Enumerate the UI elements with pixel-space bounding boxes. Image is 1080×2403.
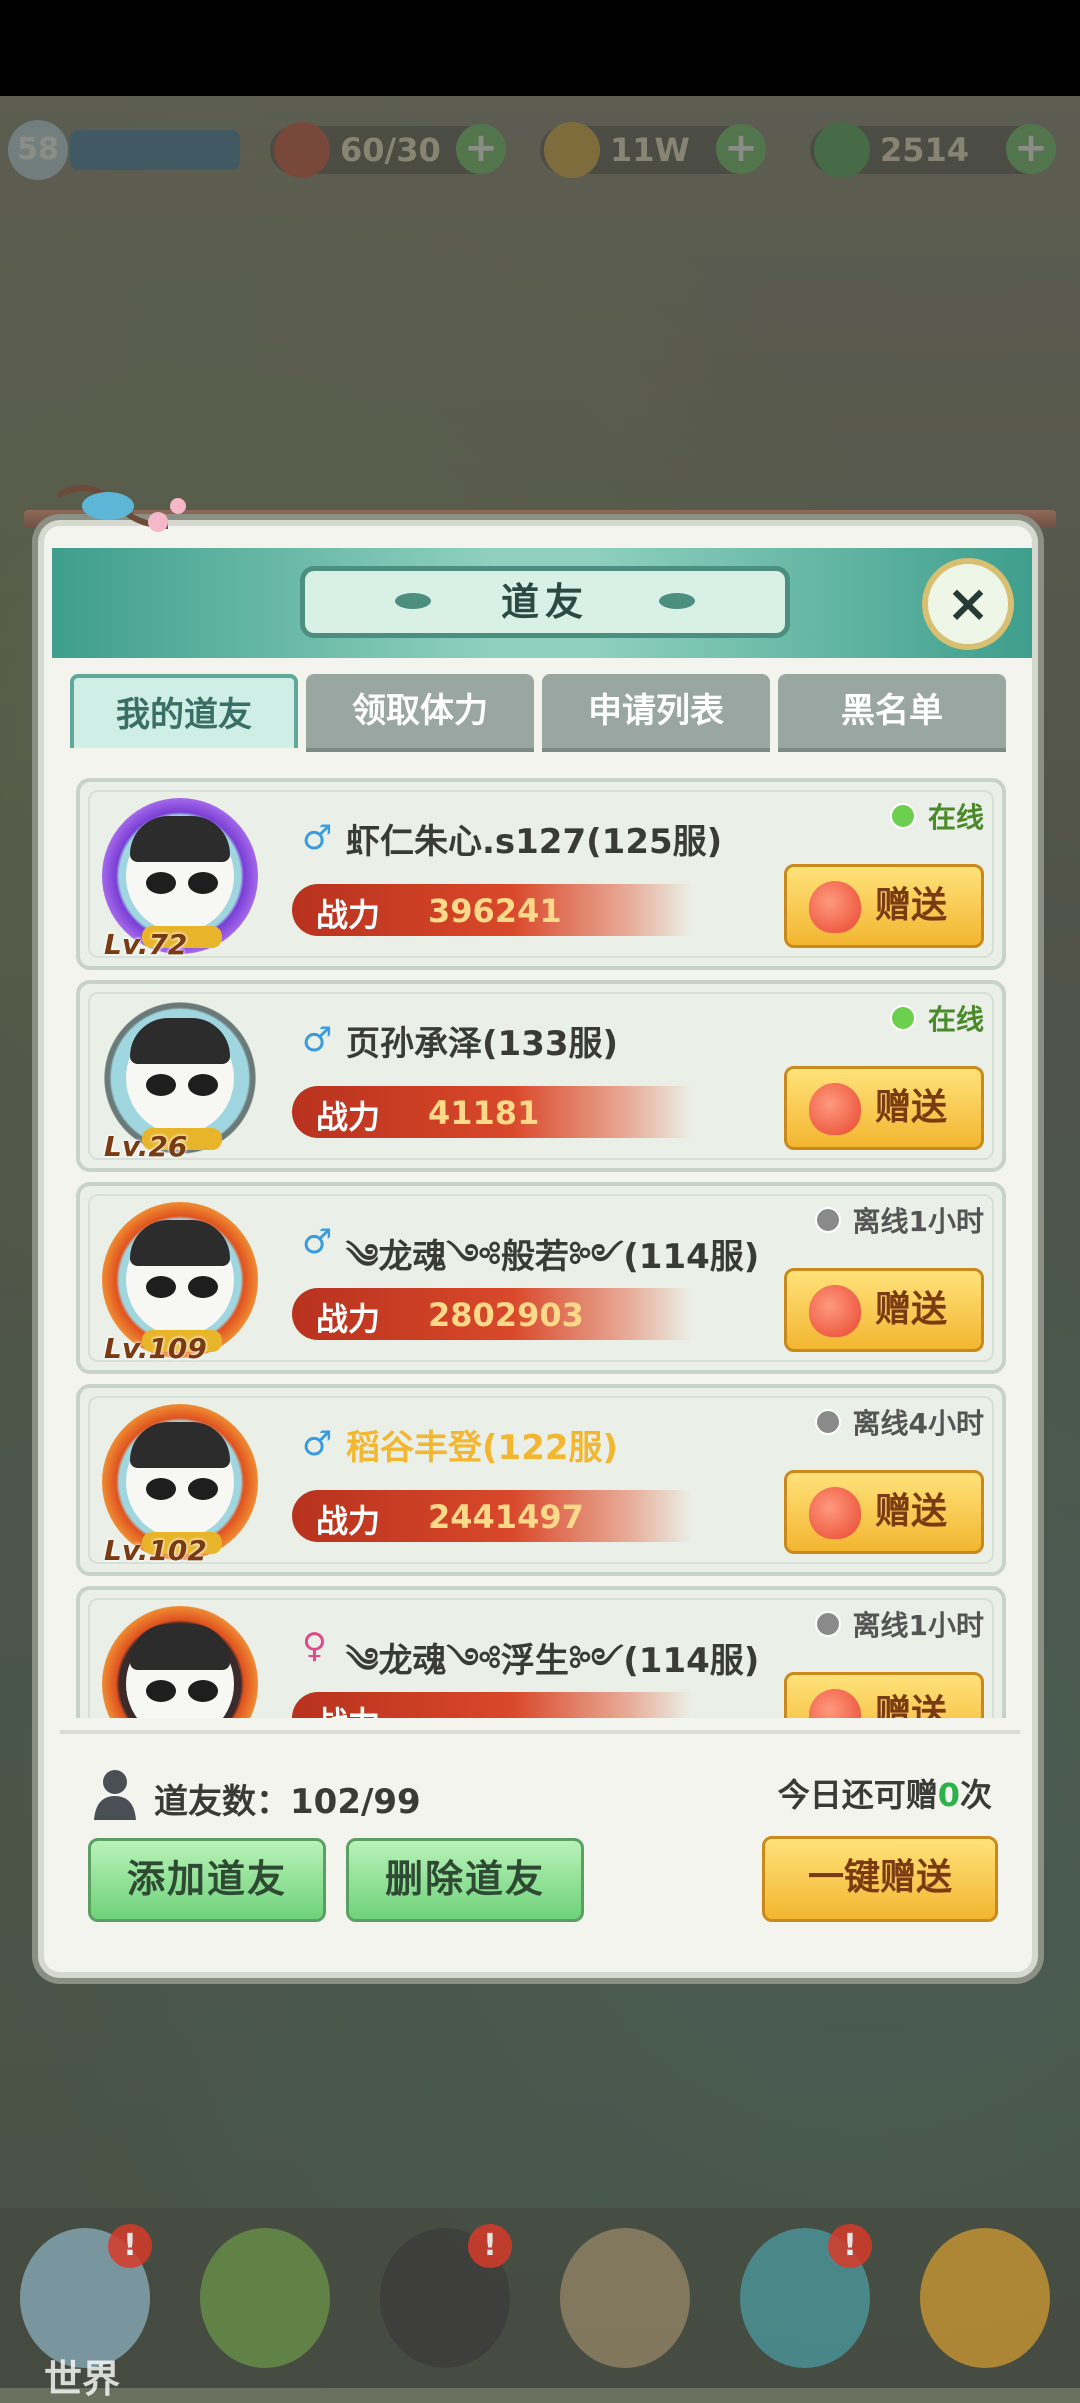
male-icon: ♂ xyxy=(302,1222,333,1262)
gift-button[interactable]: 赠送 xyxy=(784,1672,984,1718)
gift-all-button[interactable]: 一键赠送 xyxy=(762,1836,998,1922)
frog-icon xyxy=(200,2228,330,2368)
power-value: 2802903 xyxy=(428,1296,584,1334)
friend-name: 虾仁朱心.s127(125服) xyxy=(346,822,723,862)
power-bar: 战力 xyxy=(292,1692,692,1718)
tab-request-list[interactable]: 申请列表 xyxy=(542,674,770,752)
peach-icon xyxy=(809,1487,861,1539)
power-label: 战力 xyxy=(316,1098,381,1136)
gift-label: 赠送 xyxy=(875,1087,948,1128)
tab-blacklist[interactable]: 黑名单 xyxy=(778,674,1006,752)
delete-friend-button[interactable]: 删除道友 xyxy=(346,1838,584,1922)
power-value: 41181 xyxy=(428,1094,540,1132)
power-label: 战力 xyxy=(316,896,381,934)
crossed-swords-icon xyxy=(560,2228,690,2368)
tab-claim-stamina[interactable]: 领取体力 xyxy=(306,674,534,752)
online-status: 在线 xyxy=(889,796,984,836)
status-text: 离线1小时 xyxy=(852,1609,984,1642)
status-dot xyxy=(814,1611,841,1637)
nav-gourd[interactable]: ! xyxy=(720,2218,890,2388)
gift-button[interactable]: 赠送 xyxy=(784,1268,984,1352)
alert-badge: ! xyxy=(108,2224,152,2268)
friend-level: Lv.26 xyxy=(104,1130,188,1163)
remaining-count: 0 xyxy=(937,1776,960,1814)
gift-label: 赠送 xyxy=(875,1491,948,1532)
friend-tabs: 我的道友 领取体力 申请列表 黑名单 xyxy=(70,674,1010,752)
friend-name: 页孙承泽(133服) xyxy=(346,1024,619,1064)
status-dot xyxy=(889,803,916,829)
online-status: 在线 xyxy=(889,998,984,1038)
peach-icon xyxy=(809,1285,861,1337)
peach-icon xyxy=(809,1083,861,1135)
online-status: 离线1小时 xyxy=(814,1200,984,1240)
friend-card: Lv.109 ♂ ༄龙魂༺般若༻(114服) 战力 2802903 离线1小时 … xyxy=(76,1182,1006,1374)
nav-battle[interactable] xyxy=(540,2218,710,2388)
close-icon: × xyxy=(946,574,990,634)
status-dot xyxy=(814,1207,841,1233)
alert-badge: ! xyxy=(468,2224,512,2268)
status-dot xyxy=(889,1005,916,1031)
footer-divider xyxy=(60,1730,1020,1734)
gift-label: 赠送 xyxy=(875,1289,948,1330)
gift-button[interactable]: 赠送 xyxy=(784,1066,984,1150)
close-button[interactable]: × xyxy=(922,558,1014,650)
alert-badge: ! xyxy=(828,2224,872,2268)
female-icon: ♀ xyxy=(302,1626,327,1666)
online-status: 离线1小时 xyxy=(814,1604,984,1644)
friend-card: Lv.26 ♂ 页孙承泽(133服) 战力 41181 在线 赠送 xyxy=(76,980,1006,1172)
peach-icon xyxy=(809,1689,861,1718)
friend-list[interactable]: Lv.72 ♂ 虾仁朱心.s127(125服) 战力 396241 在线 赠送 … xyxy=(76,776,1006,1718)
friend-level: Lv.102 xyxy=(104,1534,207,1567)
power-label: 战力 xyxy=(316,1698,380,1718)
dialog-title: 道友 xyxy=(500,580,589,624)
nav-guild[interactable] xyxy=(900,2218,1070,2388)
status-text: 离线1小时 xyxy=(852,1205,984,1238)
bottom-nav: ! 世界 ! ! xyxy=(0,2208,1080,2401)
nav-hero[interactable]: ! xyxy=(360,2218,530,2388)
bird-decoration-icon xyxy=(56,485,186,532)
add-friend-button[interactable]: 添加道友 xyxy=(88,1838,326,1922)
power-value: 2441497 xyxy=(428,1498,584,1536)
online-status: 离线4小时 xyxy=(814,1402,984,1442)
friend-count-label: 道友数：102/99 xyxy=(154,1782,421,1822)
friend-card: Lv.102 ♂ 稻谷丰登(122服) 战力 2441497 离线4小时 赠送 xyxy=(76,1384,1006,1576)
remaining-prefix: 今日还可赠 xyxy=(777,1776,938,1814)
friend-name: 稻谷丰登(122服) xyxy=(346,1428,619,1468)
gift-button[interactable]: 赠送 xyxy=(784,1470,984,1554)
power-bar: 战力 41181 xyxy=(292,1086,692,1138)
title-ornament-right xyxy=(659,593,695,609)
friend-level: Lv.72 xyxy=(104,928,188,961)
male-icon: ♂ xyxy=(302,1424,333,1464)
male-icon: ♂ xyxy=(302,1020,333,1060)
power-bar: 战力 2441497 xyxy=(292,1490,692,1542)
power-value: 396241 xyxy=(428,892,562,930)
status-dot xyxy=(814,1409,841,1435)
status-text: 离线4小时 xyxy=(852,1407,984,1440)
power-label: 战力 xyxy=(316,1300,381,1338)
friend-level: Lv.109 xyxy=(104,1332,207,1365)
power-label: 战力 xyxy=(316,1502,381,1540)
power-bar: 战力 2802903 xyxy=(292,1288,692,1340)
status-text: 在线 xyxy=(927,1003,984,1036)
dialog-title-plate: 道友 xyxy=(300,566,790,638)
title-ornament-left xyxy=(395,593,431,609)
gift-label: 赠送 xyxy=(875,885,948,926)
power-bar: 战力 396241 xyxy=(292,884,692,936)
person-icon xyxy=(94,1770,136,1820)
friend-card: Lv.72 ♂ 虾仁朱心.s127(125服) 战力 396241 在线 赠送 xyxy=(76,778,1006,970)
friend-card: ♀ ༄龙魂༺浮生༻(114服) 战力 离线1小时 赠送 xyxy=(76,1586,1006,1718)
status-text: 在线 xyxy=(927,801,984,834)
nav-world[interactable]: ! 世界 xyxy=(0,2218,170,2401)
gift-button[interactable]: 赠送 xyxy=(784,864,984,948)
world-label: 世界 xyxy=(44,2357,121,2401)
nav-frog[interactable] xyxy=(180,2218,350,2388)
remaining-gifts: 今日还可赠0次 xyxy=(778,1770,992,1816)
paw-shield-icon xyxy=(920,2228,1050,2368)
remaining-suffix: 次 xyxy=(959,1776,992,1814)
male-icon: ♂ xyxy=(302,818,333,858)
peach-icon xyxy=(809,881,861,933)
status-bar xyxy=(0,0,1080,96)
gift-label: 赠送 xyxy=(875,1693,948,1718)
tab-my-friends[interactable]: 我的道友 xyxy=(70,674,298,748)
